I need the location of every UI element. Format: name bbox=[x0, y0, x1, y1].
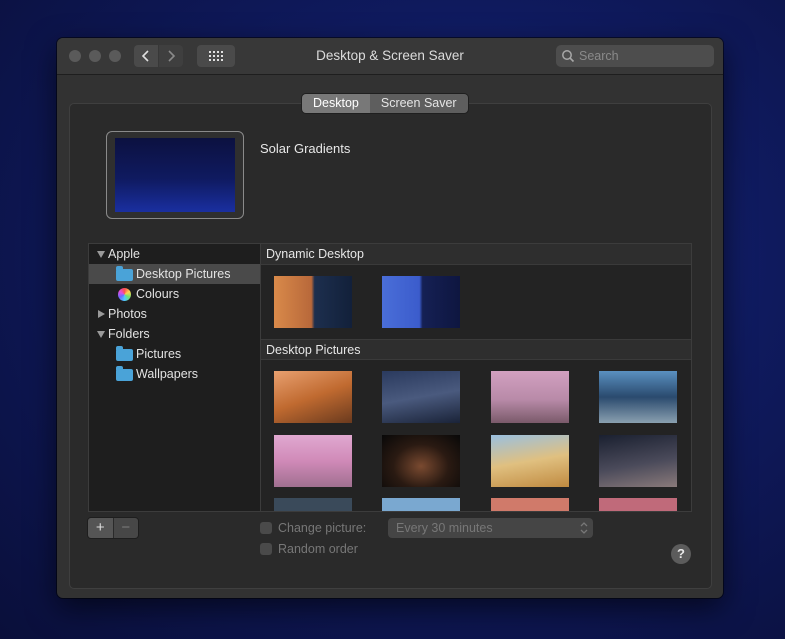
wallpaper-thumbnail[interactable] bbox=[274, 498, 352, 511]
help-button[interactable]: ? bbox=[671, 544, 691, 564]
add-folder-button[interactable]: + bbox=[88, 518, 113, 538]
picture-gallery: Dynamic Desktop Desktop Pictures bbox=[260, 243, 692, 512]
color-wheel-icon bbox=[118, 288, 131, 301]
wallpaper-thumbnail[interactable] bbox=[491, 371, 569, 423]
tab-desktop[interactable]: Desktop bbox=[302, 94, 370, 113]
sidebar-group-folders[interactable]: Folders bbox=[89, 324, 261, 344]
preferences-window: Desktop & Screen Saver Desktop Screen Sa… bbox=[57, 38, 723, 598]
random-order-checkbox[interactable] bbox=[260, 543, 272, 555]
wallpaper-thumbnail[interactable] bbox=[491, 435, 569, 487]
wallpaper-thumbnail[interactable] bbox=[382, 371, 460, 423]
chevron-left-icon bbox=[141, 50, 149, 62]
folder-icon bbox=[116, 346, 133, 361]
sidebar-item-wallpapers[interactable]: Wallpapers bbox=[89, 364, 261, 384]
wallpaper-thumbnail[interactable] bbox=[599, 435, 677, 487]
title-bar: Desktop & Screen Saver bbox=[57, 38, 723, 75]
forward-button[interactable] bbox=[159, 45, 183, 67]
sidebar-item-label: Photos bbox=[108, 307, 147, 321]
disclosure-expanded-icon[interactable] bbox=[97, 331, 105, 338]
wallpaper-thumbnail[interactable] bbox=[382, 276, 460, 328]
zoom-window-button[interactable] bbox=[109, 50, 121, 62]
disclosure-expanded-icon[interactable] bbox=[97, 251, 105, 258]
change-interval-popup[interactable]: Every 30 minutes bbox=[388, 518, 593, 538]
minimize-window-button[interactable] bbox=[89, 50, 101, 62]
sidebar-item-label: Colours bbox=[136, 287, 180, 301]
wallpaper-thumbnail[interactable] bbox=[382, 435, 460, 487]
random-order-label: Random order bbox=[278, 542, 358, 556]
search-input[interactable] bbox=[579, 49, 709, 63]
preview-image bbox=[115, 138, 235, 212]
show-all-button[interactable] bbox=[197, 45, 235, 67]
section-header-dynamic-desktop: Dynamic Desktop bbox=[261, 244, 691, 265]
sidebar-item-pictures[interactable]: Pictures bbox=[89, 344, 261, 364]
tab-screen-saver[interactable]: Screen Saver bbox=[369, 94, 468, 113]
window-title: Desktop & Screen Saver bbox=[316, 48, 464, 63]
folder-icon bbox=[116, 266, 133, 281]
updown-chevron-icon bbox=[580, 522, 588, 534]
search-field[interactable] bbox=[556, 45, 714, 67]
sidebar-item-label: Pictures bbox=[136, 347, 182, 361]
tab-control: Desktop Screen Saver bbox=[302, 94, 468, 113]
wallpaper-thumbnail[interactable] bbox=[491, 498, 569, 511]
interval-value: Every 30 minutes bbox=[396, 521, 493, 535]
wallpaper-thumbnail[interactable] bbox=[274, 371, 352, 423]
source-list: Apple Desktop Pictures Colours Photos Fo… bbox=[88, 243, 262, 512]
sidebar-item-colours[interactable]: Colours bbox=[89, 284, 261, 304]
change-picture-checkbox[interactable] bbox=[260, 522, 272, 534]
sidebar-item-label: Apple bbox=[108, 247, 140, 261]
remove-folder-button[interactable]: − bbox=[112, 518, 138, 538]
wallpaper-thumbnail[interactable] bbox=[599, 371, 677, 423]
wallpaper-thumbnail[interactable] bbox=[382, 498, 460, 511]
sidebar-item-label: Folders bbox=[108, 327, 150, 341]
chevron-right-icon bbox=[168, 50, 176, 62]
close-window-button[interactable] bbox=[69, 50, 81, 62]
search-icon bbox=[562, 50, 575, 63]
current-picture-preview bbox=[106, 131, 244, 219]
current-picture-name: Solar Gradients bbox=[260, 141, 351, 156]
add-remove-control: + − bbox=[88, 518, 138, 538]
sidebar-group-apple[interactable]: Apple bbox=[89, 244, 261, 264]
wallpaper-thumbnail[interactable] bbox=[274, 435, 352, 487]
section-header-desktop-pictures: Desktop Pictures bbox=[261, 339, 691, 360]
sidebar-item-label: Wallpapers bbox=[136, 367, 199, 381]
wallpaper-thumbnail[interactable] bbox=[599, 498, 677, 511]
sidebar-group-photos[interactable]: Photos bbox=[89, 304, 261, 324]
sidebar-item-desktop-pictures[interactable]: Desktop Pictures bbox=[89, 264, 261, 284]
back-button[interactable] bbox=[134, 45, 158, 67]
grid-icon bbox=[209, 51, 223, 61]
sidebar-item-label: Desktop Pictures bbox=[136, 267, 231, 281]
wallpaper-thumbnail[interactable] bbox=[274, 276, 352, 328]
change-picture-label: Change picture: bbox=[278, 521, 367, 535]
folder-icon bbox=[116, 366, 133, 381]
disclosure-collapsed-icon[interactable] bbox=[98, 310, 105, 318]
